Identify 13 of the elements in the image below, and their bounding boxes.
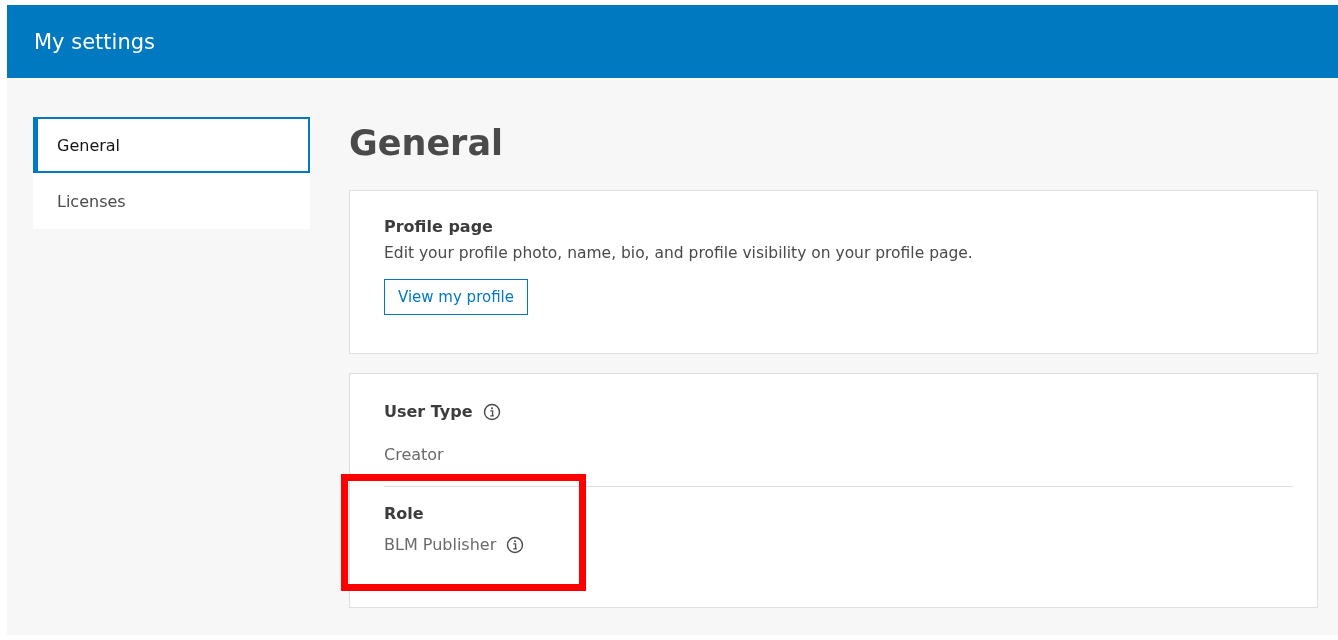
section-heading: Profile page [384,217,494,236]
view-profile-button[interactable]: View my profile [384,279,528,315]
sidebar-item[interactable]: Licenses [33,173,310,229]
info-icon[interactable] [482,402,501,421]
user-type-value: Creator [384,445,445,464]
header-title: My settings [34,29,155,54]
page-title: General [349,123,504,163]
info-icon[interactable] [506,535,525,554]
role-label: Role [384,504,425,523]
user-type-label: User Type [384,402,473,421]
section-description: Edit your profile photo, name, bio, and profile visibility on your profile page. [384,244,974,262]
sidebar-item[interactable]: General [33,117,310,173]
role-value: BLM Publisher [384,535,497,554]
